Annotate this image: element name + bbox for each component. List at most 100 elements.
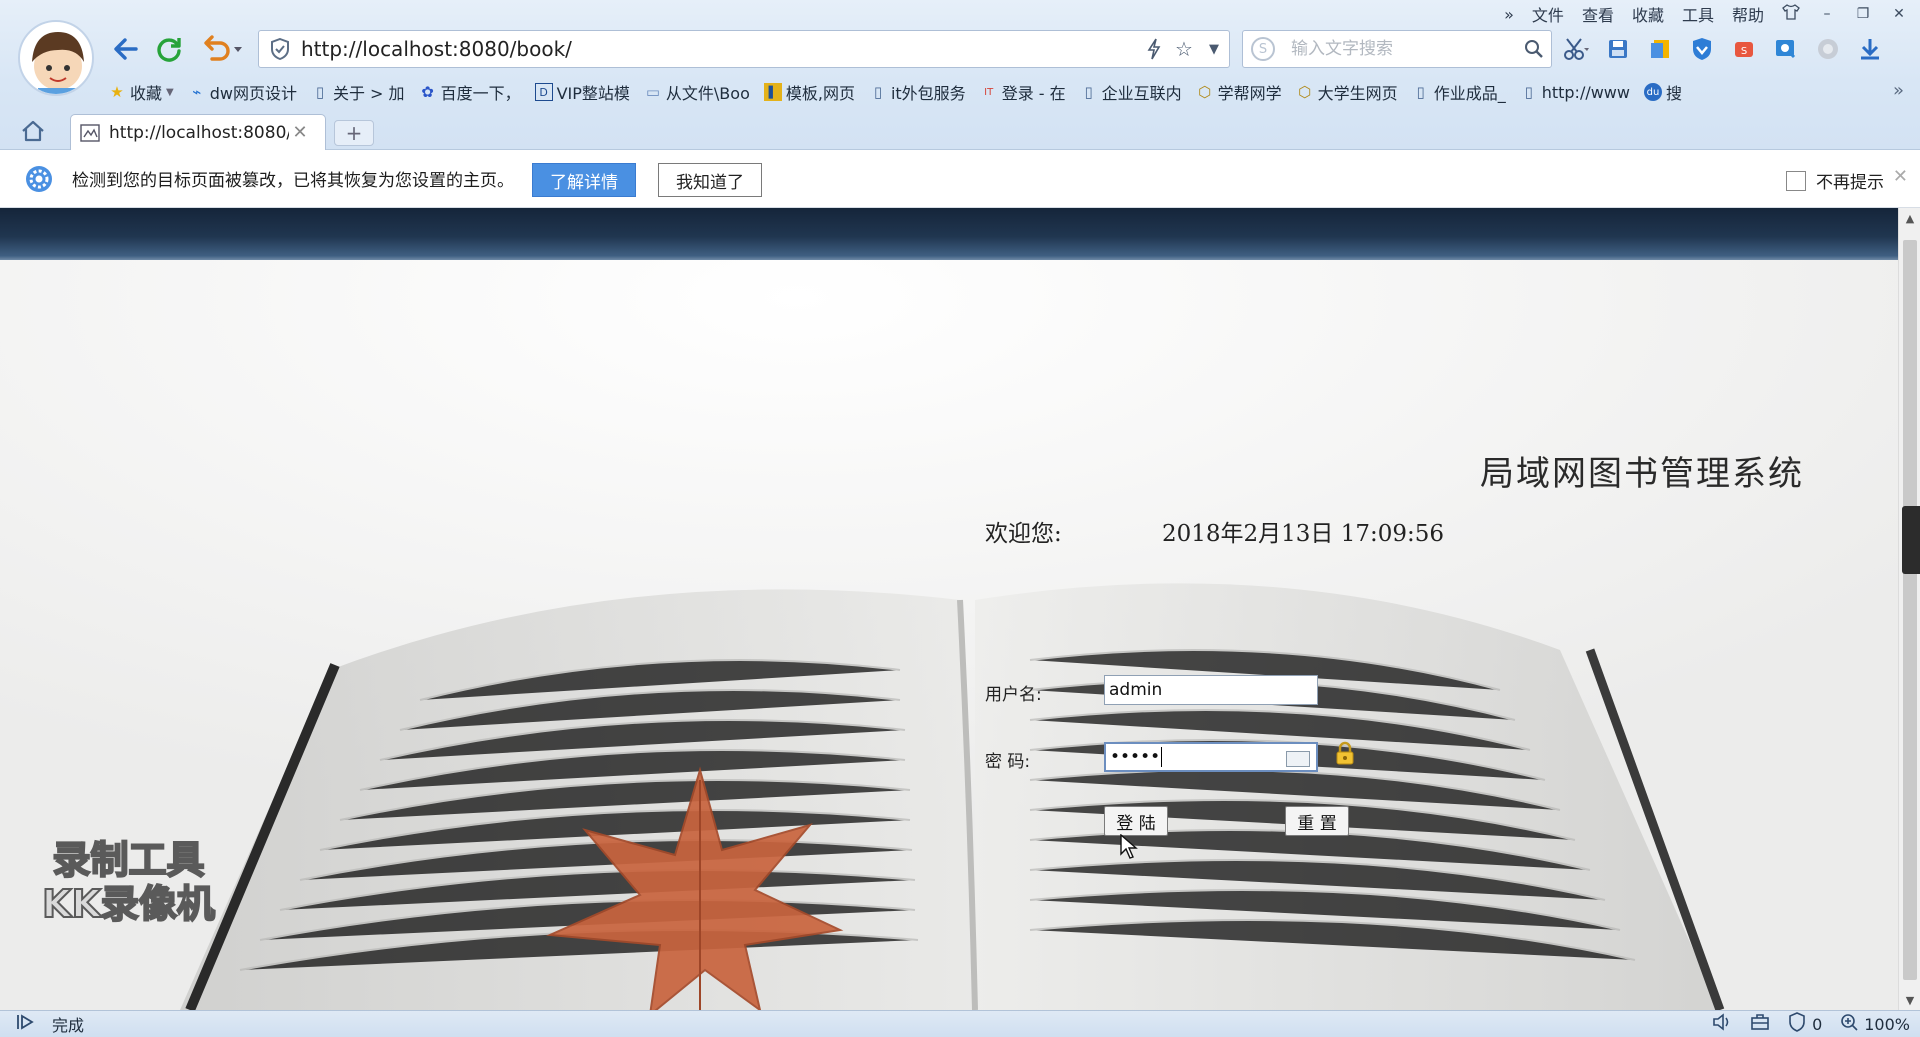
favorite-item[interactable]: ▯ it外包服务 — [869, 80, 966, 104]
home-button[interactable] — [18, 116, 48, 146]
sidebar-toggle-icon[interactable] — [16, 1013, 36, 1035]
menu-help[interactable]: 帮助 — [1732, 2, 1764, 26]
speaker-icon[interactable] — [1712, 1013, 1732, 1035]
address-bar[interactable]: http://localhost:8080/book/ ☆ ▼ — [258, 30, 1230, 68]
notification-bar: 检测到您的目标页面被篡改，已将其恢复为您设置的主页。 了解详情 我知道了 不再提… — [0, 150, 1920, 208]
favorite-label: 搜 — [1665, 84, 1682, 103]
ad-block-counter[interactable]: 0 — [1788, 1012, 1822, 1036]
favorite-label: it外包服务 — [890, 84, 966, 103]
watermark-line-1: 录制工具 — [51, 837, 205, 883]
vertical-scrollbar[interactable]: ▲ ▼ — [1898, 208, 1920, 1010]
no-remind-label: 不再提示 — [1816, 173, 1884, 193]
close-icon[interactable]: ✕ — [1893, 166, 1908, 187]
favorite-item[interactable]: ▯ http://www — [1520, 83, 1630, 102]
search-engine-icon[interactable]: S — [1251, 37, 1275, 61]
favorite-label: 从文件\Boo — [665, 84, 750, 103]
favorite-item[interactable]: ▯ 企业互联内 — [1080, 80, 1182, 104]
username-field[interactable]: admin — [1104, 675, 1318, 705]
security-shield-icon[interactable] — [267, 36, 293, 62]
page-favicon-icon — [79, 122, 101, 144]
search-icon[interactable] — [1517, 39, 1551, 59]
favorite-item[interactable]: IT 登录 - 在 — [980, 80, 1066, 104]
favorite-item[interactable]: ▌ 模板,网页 — [763, 80, 855, 104]
learn-more-button[interactable]: 了解详情 — [532, 163, 636, 197]
user-avatar[interactable] — [18, 20, 94, 96]
favorite-item[interactable]: du 搜 — [1643, 80, 1682, 104]
tab-localhost[interactable]: http://localhost:8080/t ✕ — [70, 114, 326, 150]
undo-close-button[interactable] — [196, 32, 248, 66]
keyboard-icon[interactable] — [1286, 751, 1310, 767]
favorite-label: 学帮网学 — [1217, 84, 1282, 103]
reset-button[interactable]: 重 置 — [1285, 806, 1349, 836]
page-icon: ▯ — [873, 83, 883, 101]
favorite-item[interactable]: ⬡ 大学生网页 — [1296, 80, 1398, 104]
favorite-item[interactable]: D VIP整站模 — [534, 80, 630, 104]
refresh-button[interactable] — [152, 32, 186, 66]
save-page-icon[interactable] — [1604, 35, 1632, 63]
favorite-item[interactable]: ▯ 作业成品_ — [1412, 80, 1506, 104]
address-url[interactable]: http://localhost:8080/book/ — [301, 37, 1139, 61]
favorite-item[interactable]: ✿ 百度一下， — [419, 80, 520, 104]
page-icon: ▯ — [1524, 83, 1533, 101]
new-tab-button[interactable]: + — [334, 120, 374, 146]
password-value: ••••• — [1110, 747, 1161, 767]
text-caret — [1161, 747, 1163, 767]
tab-close-icon[interactable]: ✕ — [289, 122, 311, 143]
no-remind-option[interactable]: 不再提示 — [1786, 168, 1884, 193]
scroll-up-icon[interactable]: ▲ — [1899, 208, 1920, 228]
security-guard-icon[interactable] — [1688, 35, 1716, 63]
favorites-bar: ★ 收藏 ▼ ⌁ dw网页设计 ▯ 关于 > 加 ✿ 百度一下， D VIP整站… — [108, 78, 1910, 106]
favorites-overflow-icon[interactable]: » — [1893, 80, 1904, 101]
book-background-image — [0, 260, 1898, 1010]
download-icon[interactable] — [1856, 35, 1884, 63]
menu-file[interactable]: 文件 — [1532, 2, 1564, 26]
recorder-watermark: 录制工具 KK录像机 — [41, 837, 216, 927]
scissors-icon[interactable] — [1562, 35, 1590, 63]
restore-icon[interactable]: ❐ — [1854, 6, 1872, 22]
browser-chrome: » 文件 查看 收藏 工具 帮助 – ❐ ✕ http://localhost:… — [0, 0, 1920, 150]
menu-tools[interactable]: 工具 — [1682, 2, 1714, 26]
link-icon: ⌁ — [192, 83, 202, 101]
speed-mode-icon[interactable] — [1139, 34, 1169, 64]
side-panel-toggle[interactable] — [1902, 506, 1920, 574]
toolbox-icon[interactable] — [1750, 1013, 1770, 1035]
address-dropdown-icon[interactable]: ▼ — [1199, 34, 1229, 64]
favorite-label: dw网页设计 — [209, 84, 297, 103]
toolbar-icons: S — [1562, 32, 1884, 66]
back-button[interactable] — [108, 32, 142, 66]
favorite-item[interactable]: ▯ 关于 > 加 — [311, 80, 405, 104]
close-window-icon[interactable]: ✕ — [1890, 6, 1908, 22]
menu-favorites[interactable]: 收藏 — [1632, 2, 1664, 26]
favorite-item[interactable]: ▭ 从文件\Boo — [644, 80, 750, 104]
favorite-label: 收藏 — [130, 84, 163, 103]
no-remind-checkbox[interactable] — [1786, 170, 1806, 191]
app-center-icon[interactable]: S — [1730, 35, 1758, 63]
bookmark-star-icon[interactable]: ☆ — [1169, 34, 1199, 64]
search-box[interactable]: S — [1242, 30, 1552, 68]
favorite-item[interactable]: ★ 收藏 ▼ — [108, 80, 174, 104]
screenshot-icon[interactable] — [1772, 35, 1800, 63]
favorite-label: 登录 - 在 — [1001, 84, 1066, 103]
status-bar: 完成 0 100% — [0, 1010, 1920, 1037]
favorite-label: 大学生网页 — [1317, 84, 1398, 103]
zoom-control[interactable]: 100% — [1840, 1013, 1910, 1035]
password-field[interactable]: ••••• — [1104, 742, 1318, 772]
favorite-label: 关于 > 加 — [332, 84, 405, 103]
page-icon: ▯ — [315, 83, 325, 101]
chevron-down-icon[interactable]: ▼ — [166, 87, 174, 98]
scroll-down-icon[interactable]: ▼ — [1899, 990, 1920, 1010]
favorite-item[interactable]: ⌁ dw网页设计 — [188, 80, 297, 104]
skin-icon[interactable] — [1782, 4, 1800, 24]
scroll-thumb[interactable] — [1903, 240, 1917, 980]
favorite-item[interactable]: ⬡ 学帮网学 — [1196, 80, 1282, 104]
got-it-button[interactable]: 我知道了 — [658, 163, 762, 197]
game-icon[interactable] — [1814, 35, 1842, 63]
login-button[interactable]: 登 陆 — [1104, 806, 1168, 836]
minimize-icon[interactable]: – — [1818, 6, 1836, 22]
svg-text:S: S — [1741, 46, 1747, 57]
menu-overflow-icon[interactable]: » — [1504, 5, 1514, 24]
notes-icon[interactable] — [1646, 35, 1674, 63]
menu-view[interactable]: 查看 — [1582, 2, 1614, 26]
search-input[interactable] — [1289, 38, 1517, 60]
favorite-label: 企业互联内 — [1101, 84, 1182, 103]
